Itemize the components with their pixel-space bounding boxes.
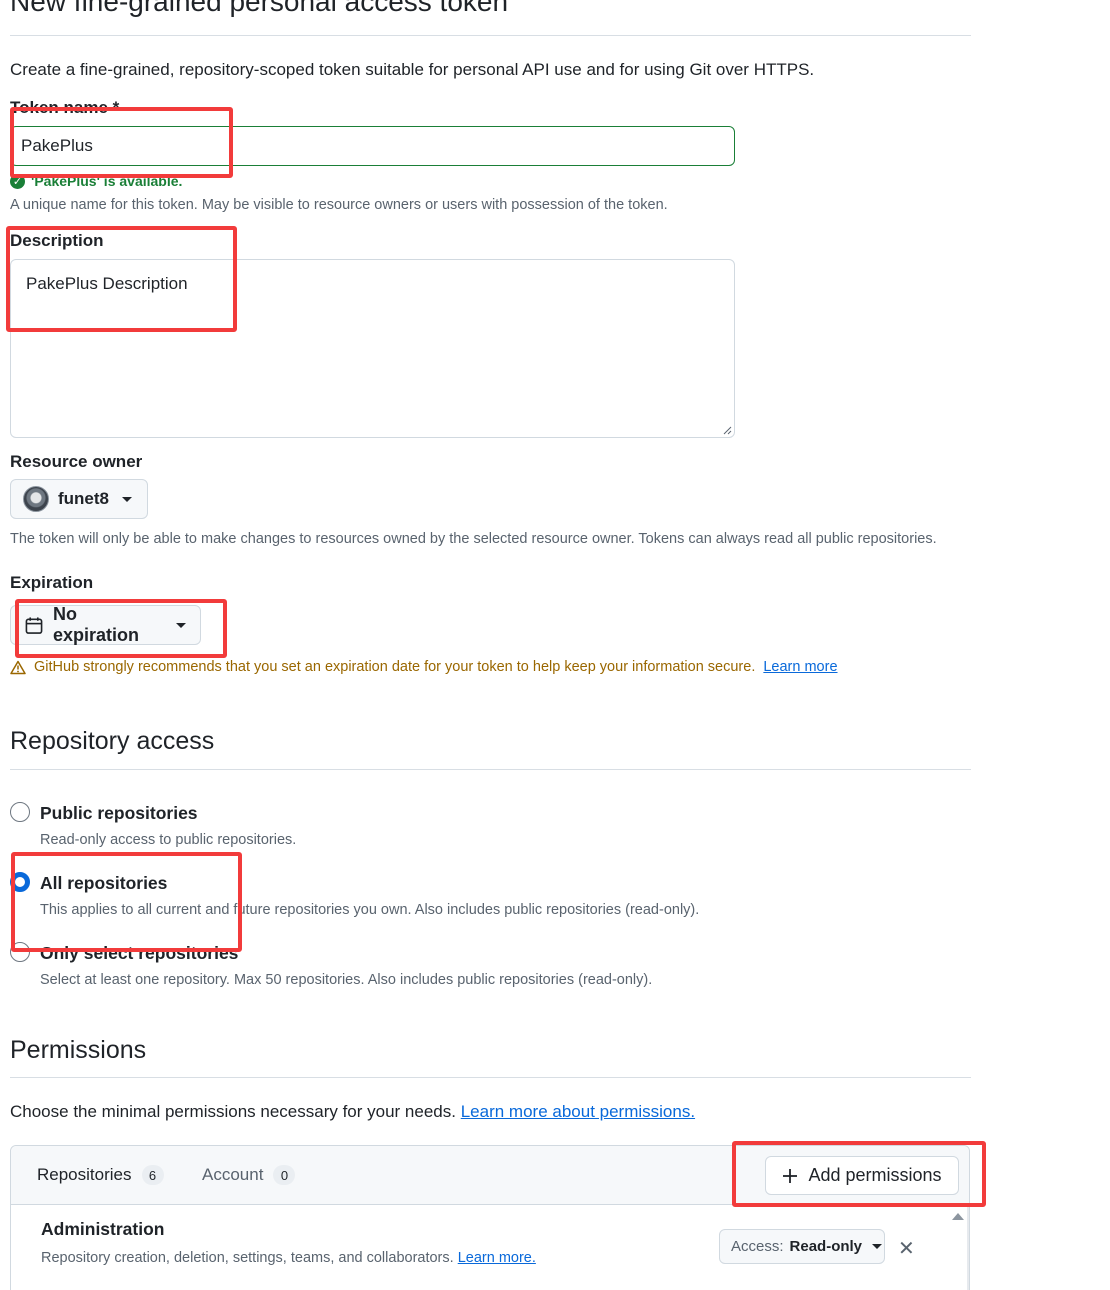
token-name-label: Token name * xyxy=(10,98,120,117)
option-title: Only select repositories xyxy=(40,943,239,963)
permission-desc-row: Repository creation, deletion, settings,… xyxy=(41,1250,536,1266)
permissions-intro: Choose the minimal permissions necessary… xyxy=(10,1102,456,1121)
permission-title: Administration xyxy=(41,1219,165,1239)
avatar xyxy=(23,486,49,512)
scrollbar[interactable] xyxy=(967,1207,969,1290)
resize-grip-icon[interactable] xyxy=(722,425,732,435)
permissions-divider xyxy=(10,1077,971,1078)
radio-all-repositories[interactable] xyxy=(10,872,30,892)
description-textarea[interactable]: PakePlus Description xyxy=(10,259,735,438)
expiration-select[interactable]: No expiration xyxy=(10,604,201,645)
resource-owner-label: Resource owner xyxy=(10,452,143,471)
add-permissions-label: Add permissions xyxy=(808,1165,942,1185)
option-title: All repositories xyxy=(40,873,168,893)
close-icon[interactable]: ✕ xyxy=(898,1236,915,1261)
plus-icon xyxy=(783,1168,798,1183)
permission-learn-more-link[interactable]: Learn more. xyxy=(458,1250,536,1266)
check-circle-icon: ✓ xyxy=(10,173,25,189)
page-title: New fine-grained personal access token xyxy=(10,0,509,17)
alert-icon xyxy=(10,660,26,674)
expiration-learn-more-link[interactable]: Learn more xyxy=(763,659,837,675)
token-name-availability: ✓ 'PakePlus' is available. xyxy=(10,173,182,189)
token-name-input[interactable] xyxy=(10,126,735,166)
permissions-intro-row: Choose the minimal permissions necessary… xyxy=(10,1102,695,1122)
tab-account[interactable]: Account 0 xyxy=(202,1165,296,1185)
expiration-warning-text: GitHub strongly recommends that you set … xyxy=(34,659,756,675)
option-desc: Select at least one repository. Max 50 r… xyxy=(40,972,653,988)
resource-owner-select[interactable]: funet8 xyxy=(10,479,148,519)
title-divider xyxy=(10,35,971,36)
chevron-down-icon xyxy=(176,622,186,628)
page-intro: Create a fine-grained, repository-scoped… xyxy=(10,60,815,79)
permission-desc: Repository creation, deletion, settings,… xyxy=(41,1250,454,1266)
repository-access-divider xyxy=(10,769,971,770)
permissions-heading: Permissions xyxy=(10,1036,147,1064)
expiration-label: Expiration xyxy=(10,573,94,592)
calendar-icon xyxy=(25,616,43,634)
tab-label: Repositories xyxy=(37,1165,132,1184)
availability-text: 'PakePlus' is available. xyxy=(31,173,183,189)
chevron-down-icon xyxy=(122,496,132,502)
token-name-hint: A unique name for this token. May be vis… xyxy=(10,197,668,213)
description-label: Description xyxy=(10,231,104,250)
resource-owner-value: funet8 xyxy=(58,489,109,508)
tab-repositories[interactable]: Repositories 6 xyxy=(37,1165,164,1185)
tab-counter: 6 xyxy=(141,1165,164,1185)
expiration-value: No expiration xyxy=(53,604,140,645)
access-key: Access: xyxy=(731,1238,784,1255)
tab-counter: 0 xyxy=(273,1165,296,1185)
chevron-down-icon xyxy=(872,1244,883,1249)
expiration-warning: GitHub strongly recommends that you set … xyxy=(10,659,838,675)
resource-owner-hint: The token will only be able to make chan… xyxy=(10,531,937,547)
access-level-select[interactable]: Access: Read-only xyxy=(719,1229,885,1264)
option-title: Public repositories xyxy=(40,803,198,823)
radio-public-repositories[interactable] xyxy=(10,802,30,822)
tab-label: Account xyxy=(202,1165,264,1184)
radio-only-select-repositories[interactable] xyxy=(10,942,30,962)
scroll-up-icon[interactable] xyxy=(952,1213,964,1220)
repository-access-heading: Repository access xyxy=(10,727,215,755)
permissions-learn-more-link[interactable]: Learn more about permissions. xyxy=(461,1102,695,1121)
add-permissions-button[interactable]: Add permissions xyxy=(765,1156,959,1195)
option-desc: Read-only access to public repositories. xyxy=(40,832,297,848)
access-value: Read-only xyxy=(789,1238,863,1255)
option-desc: This applies to all current and future r… xyxy=(40,902,700,918)
